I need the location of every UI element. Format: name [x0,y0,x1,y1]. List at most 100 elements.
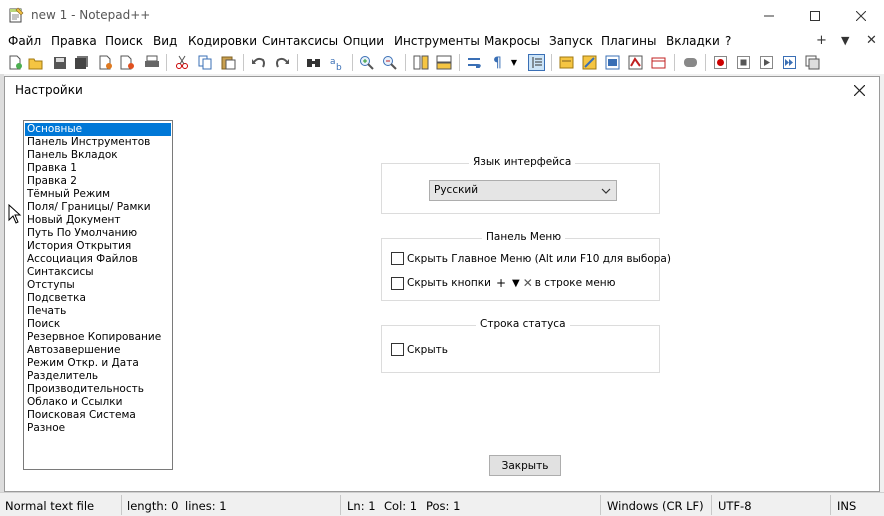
doc-map-icon[interactable] [581,54,598,71]
monitoring-icon[interactable] [650,54,667,71]
menu-view[interactable]: Вид [153,34,177,48]
category-item[interactable]: Режим Откр. и Дата [25,357,172,370]
menu-help[interactable]: ? [725,34,731,48]
play-macro-icon[interactable] [758,54,775,71]
language-select[interactable]: Русский [429,180,617,201]
category-item[interactable]: Поисковая Система [25,409,172,422]
notepad-plus-plus-icon [9,7,24,23]
cut-icon[interactable] [173,54,190,71]
category-item[interactable]: Синтаксисы [25,266,172,279]
save-all-icon[interactable] [73,54,90,71]
minimize-icon [764,15,774,16]
menu-language[interactable]: Синтаксисы [262,34,338,48]
run-macro-multiple-icon[interactable] [781,54,798,71]
plus-icon: + [495,276,506,290]
show-chars-dropdown-icon[interactable]: ▼ [508,54,520,71]
down-arrow-icon: ▼ [512,277,520,289]
maximize-button[interactable] [792,0,838,31]
close-tab-button[interactable]: ✕ [866,33,877,48]
category-item[interactable]: Панель Инструментов [25,136,172,149]
replace-icon[interactable]: ab [328,54,345,71]
copy-icon[interactable] [197,54,214,71]
preferences-dialog: Настройки Основные Панель Инструментов Пан… [4,76,880,492]
user-defined-lang-icon[interactable] [558,54,575,71]
find-icon[interactable] [305,54,322,71]
category-item[interactable]: Новый Документ [25,214,172,227]
minimize-button[interactable] [746,0,792,31]
category-item[interactable]: История Открытия [25,240,172,253]
word-wrap-icon[interactable] [466,54,483,71]
hide-main-menu-label: Скрыть Главное Меню (Alt или F10 для выб… [407,252,671,265]
hide-menu-buttons-checkbox[interactable] [391,276,404,290]
category-item[interactable]: Ассоциация Файлов [25,253,172,266]
undo-icon[interactable] [250,54,267,71]
dialog-close-button[interactable] [849,80,869,100]
category-item[interactable]: Разное [25,422,172,435]
menu-edit[interactable]: Правка [51,34,97,48]
hide-status-bar-option[interactable]: Скрыть [391,343,448,356]
category-item[interactable]: Автозавершение [25,344,172,357]
category-item[interactable]: Тёмный Режим [25,188,172,201]
menu-macro[interactable]: Макросы [484,34,540,48]
record-placeholder-icon[interactable] [682,54,699,71]
menu-settings[interactable]: Опции [343,34,384,48]
category-item[interactable]: Поиск [25,318,172,331]
category-item[interactable]: Путь По Умолчанию [25,227,172,240]
zoom-out-icon[interactable] [381,54,398,71]
menu-bar-group-label: Панель Меню [482,231,566,243]
menu-file[interactable]: Файл [8,34,41,48]
record-macro-icon[interactable] [712,54,729,71]
show-all-chars-icon[interactable]: ¶ [489,54,506,71]
tab-list-button[interactable]: ▼ [841,34,849,47]
category-item[interactable]: Печать [25,305,172,318]
open-file-icon[interactable] [27,54,44,71]
status-bar-group: Строка статуса Скрыть [381,318,660,373]
function-list-icon[interactable] [604,54,621,71]
folder-workspace-icon[interactable] [627,54,644,71]
menu-tools[interactable]: Инструменты [394,34,480,48]
menu-bar-group: Панель Меню Скрыть Главное Меню (Alt или… [381,231,671,301]
hide-main-menu-checkbox[interactable] [391,252,404,265]
new-tab-button[interactable]: + [816,33,827,48]
status-insert-mode: INS [837,499,857,513]
sync-horizontal-icon[interactable] [435,54,452,71]
stop-macro-icon[interactable] [735,54,752,71]
zoom-in-icon[interactable] [358,54,375,71]
category-item[interactable]: Отступы [25,279,172,292]
close-x-icon: ✕ [522,276,533,290]
status-eol: Windows (CR LF) [607,499,704,513]
category-item[interactable]: Подсветка [25,292,172,305]
close-all-icon[interactable] [119,54,136,71]
category-item[interactable]: Разделитель [25,370,172,383]
close-dialog-button[interactable]: Закрыть [489,455,561,476]
hide-status-bar-checkbox[interactable] [391,343,404,356]
close-file-icon[interactable] [96,54,113,71]
redo-icon[interactable] [274,54,291,71]
new-file-icon[interactable] [6,54,23,71]
print-icon[interactable] [143,54,160,71]
category-list[interactable]: Основные Панель Инструментов Панель Вкладо… [23,120,173,470]
menu-plugins[interactable]: Плагины [601,34,656,48]
category-item[interactable]: Производительность [25,383,172,396]
category-item[interactable]: Панель Вкладок [25,149,172,162]
category-item[interactable]: Правка 1 [25,162,172,175]
category-item[interactable]: Основные [25,123,171,136]
menu-bar: Файл Правка Поиск Вид Кодировки Синтакси… [0,31,884,51]
menu-encoding[interactable]: Кодировки [188,34,257,48]
menu-run[interactable]: Запуск [549,34,593,48]
window-close-button[interactable] [838,0,884,31]
paste-icon[interactable] [220,54,237,71]
indent-guide-icon[interactable] [528,54,545,71]
category-item[interactable]: Облако и Ссылки [25,396,172,409]
category-item[interactable]: Резервное Копирование [25,331,172,344]
menu-window[interactable]: Вкладки [666,34,720,48]
sync-vertical-icon[interactable] [412,54,429,71]
menu-search[interactable]: Поиск [105,34,143,48]
category-item[interactable]: Поля/ Границы/ Рамки [25,201,172,214]
save-icon[interactable] [51,54,68,71]
status-bar: Normal text file length: 0 lines: 1 Ln: … [0,492,884,516]
save-macro-icon[interactable] [804,54,821,71]
hide-main-menu-option[interactable]: Скрыть Главное Меню (Alt или F10 для выб… [391,252,671,265]
category-item[interactable]: Правка 2 [25,175,172,188]
hide-menu-buttons-option[interactable]: Скрыть кнопки + ▼ ✕ в строке меню [391,276,616,290]
